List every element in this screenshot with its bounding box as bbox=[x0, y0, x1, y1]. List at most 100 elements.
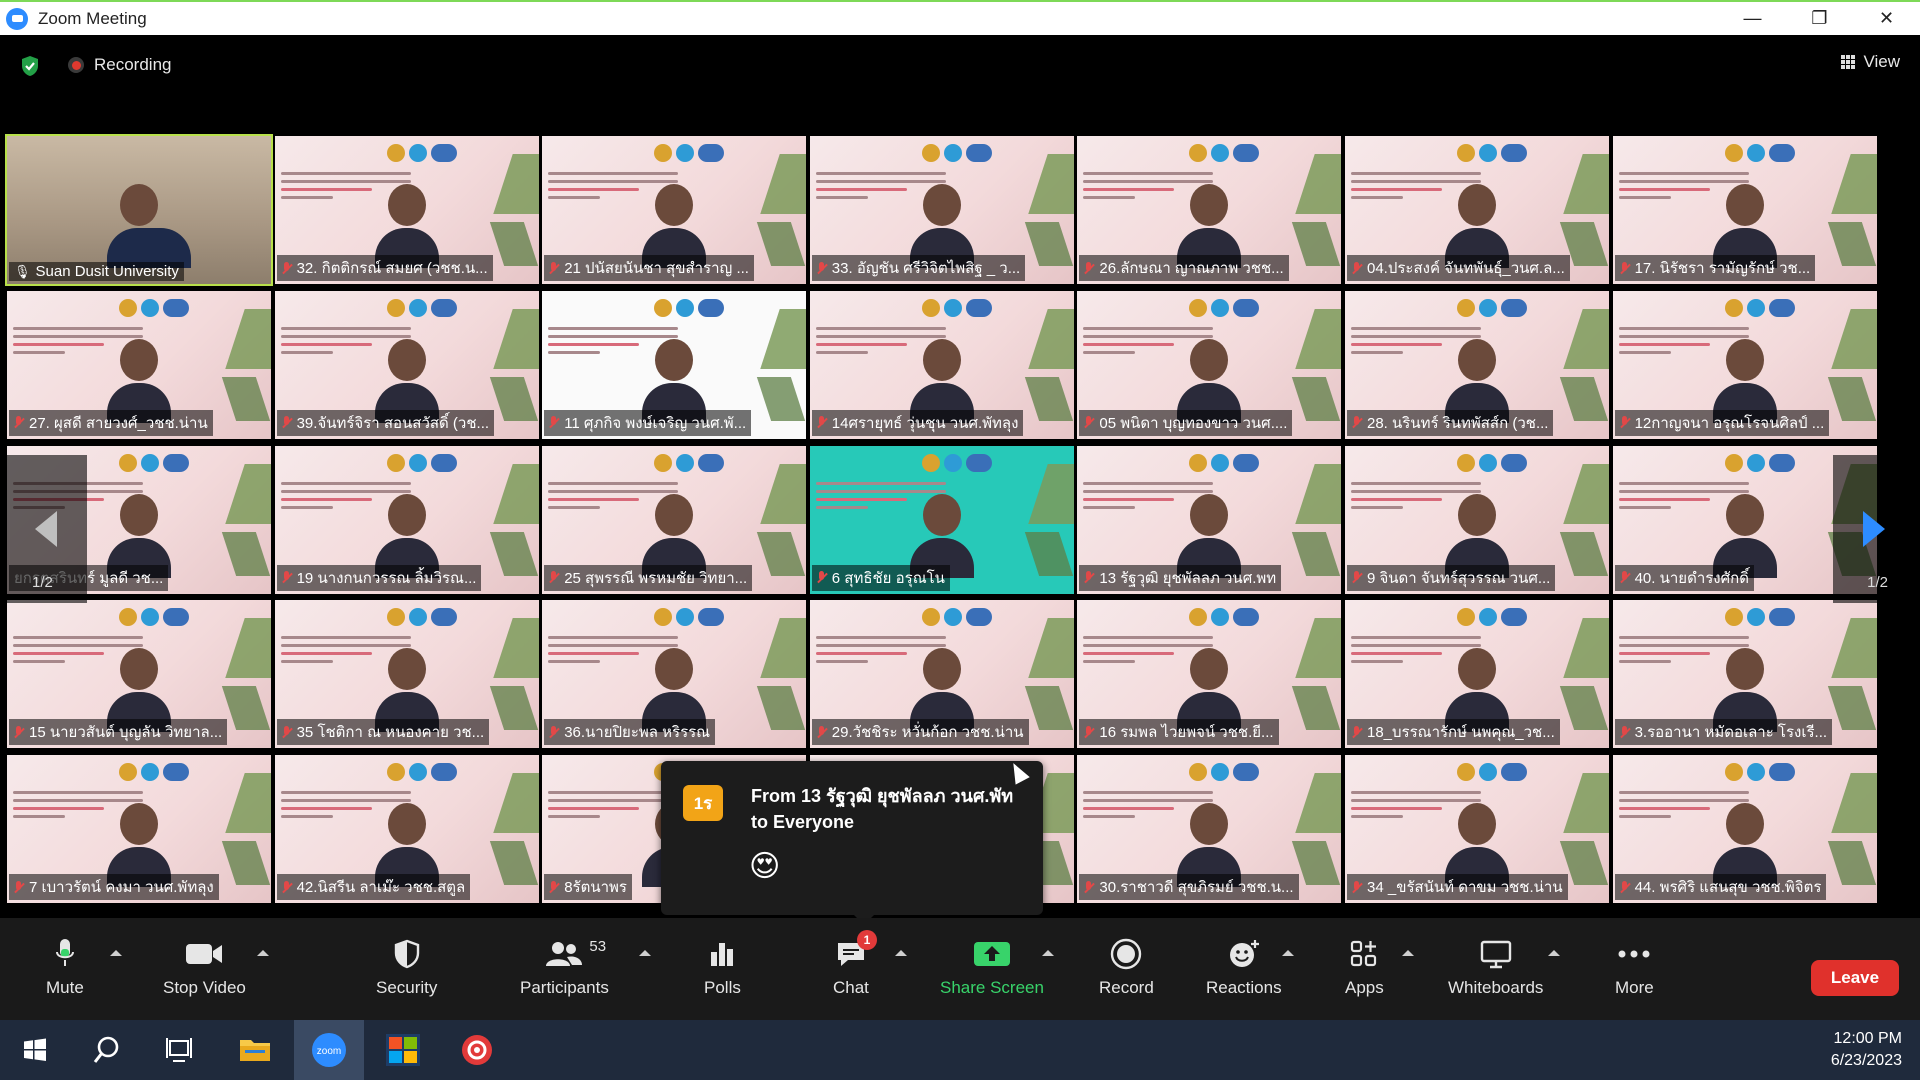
polls-button[interactable]: Polls bbox=[704, 936, 741, 998]
participant-video-tile[interactable]: 3.รออานา หมัดอเลาะ โรงเรี... bbox=[1612, 600, 1877, 749]
participant-video-tile[interactable]: 21 ปนัสยนันชา สุขสำราญ ... bbox=[542, 136, 807, 284]
participant-name-label: 36.นายปิยะพล หริรรณ bbox=[544, 719, 716, 746]
participants-options-caret[interactable] bbox=[639, 950, 651, 956]
participant-video-tile[interactable]: 44. พรศิริ แสนสุข วชช.พิจิตร bbox=[1612, 755, 1877, 904]
reactions-options-caret[interactable] bbox=[1282, 950, 1294, 956]
share-screen-button[interactable]: Share Screen bbox=[940, 936, 1044, 998]
whiteboards-options-caret[interactable] bbox=[1548, 950, 1560, 956]
participant-video-tile[interactable]: 6 สุทธิชัย อรุณโน bbox=[809, 445, 1074, 594]
participant-video-tile[interactable]: 04.ประสงค์ จันทพันธุ์_วนศ.ล... bbox=[1345, 136, 1609, 284]
slide-logos bbox=[119, 453, 189, 472]
participant-video-tile[interactable]: 26.ลักษณา ญาณภาพ วชช... bbox=[1077, 136, 1342, 284]
zoom-logo-icon bbox=[6, 7, 28, 30]
task-view-button[interactable] bbox=[144, 1020, 214, 1080]
participant-video-tile[interactable]: 16 รมพล ไวยพจน์ วชช.ยี... bbox=[1077, 600, 1342, 749]
more-button[interactable]: More bbox=[1615, 936, 1654, 998]
participant-video-tile[interactable]: 12กาญจนา อรุณโรจนศิลป์ ... bbox=[1612, 290, 1877, 439]
zoom-taskbar-button[interactable]: zoom bbox=[294, 1020, 364, 1080]
participant-video-tile[interactable]: 34 _ขรัสนันท์ ดาขม วชช.น่าน bbox=[1345, 755, 1609, 904]
mute-button[interactable]: Mute bbox=[46, 936, 84, 998]
page-indicator-right: 1/2 bbox=[1867, 574, 1888, 591]
participant-name: 36.นายปิยะพล หริรรณ bbox=[564, 724, 711, 742]
participant-video-tile[interactable]: 🎙 Suan Dusit University bbox=[5, 134, 273, 286]
screen-recorder-taskbar-button[interactable] bbox=[442, 1020, 512, 1080]
participant-video-tile[interactable]: 13 รัฐวุฒิ ยุชพัลลภ วนศ.พท bbox=[1077, 445, 1342, 594]
participant-name-label: 6 สุทธิชัย อรุณโน bbox=[811, 564, 950, 591]
participant-video-tile[interactable]: 25 สุพรรณี พรหมชัย วิทยา... bbox=[542, 445, 807, 594]
participant-name-label: 18_บรรณารักษ์ นพคุณ_วช... bbox=[1347, 719, 1560, 746]
share-options-caret[interactable] bbox=[1042, 950, 1054, 956]
participant-video-tile[interactable]: 05 พนิดา บุญทองขาว วนศ.... bbox=[1077, 290, 1342, 439]
participant-name: 14ศรายุทธ์ วุ่นชุน วนศ.พัทลุง bbox=[831, 414, 1019, 432]
participant-video-tile[interactable]: 17. นิรัชรา รามัญรักษ์ วช... bbox=[1612, 136, 1877, 284]
apps-options-caret[interactable] bbox=[1402, 950, 1414, 956]
restore-button[interactable]: ❐ bbox=[1786, 2, 1853, 35]
next-page-button[interactable]: 1/2 bbox=[1833, 455, 1913, 603]
clock-date: 6/23/2023 bbox=[1830, 1052, 1902, 1069]
security-button[interactable]: Security bbox=[376, 936, 437, 998]
search-taskbar-button[interactable] bbox=[72, 1020, 142, 1080]
participant-video-tile[interactable]: 32. กิตติกรณ์ สมยศ (วชช.น... bbox=[274, 136, 539, 284]
participant-name-label: 29.วัชชิระ หวั่นก้อก วชช.น่าน bbox=[811, 719, 1029, 746]
participant-name-label: 05 พนิดา บุญทองขาว วนศ.... bbox=[1079, 409, 1293, 436]
participant-name: 12กาญจนา อรุณโรจนศิลป์ ... bbox=[1634, 414, 1825, 432]
slide-logos bbox=[119, 298, 189, 317]
participant-video-tile[interactable]: 28. นรินทร์ รินทพัสส์ก (วช... bbox=[1345, 290, 1609, 439]
apps-button[interactable]: Apps bbox=[1345, 936, 1384, 998]
participant-name: 15 นายวสันต์ บุญลัน วิทยาล... bbox=[29, 724, 223, 742]
participant-video-tile[interactable]: 15 นายวสันต์ บุญลัน วิทยาล... bbox=[7, 600, 271, 749]
reactions-button[interactable]: Reactions bbox=[1206, 936, 1282, 998]
participant-video bbox=[107, 184, 191, 268]
bar-chart-icon bbox=[711, 943, 734, 966]
participant-video-tile[interactable]: 18_บรรณารักษ์ นพคุณ_วช... bbox=[1345, 600, 1609, 749]
video-options-caret[interactable] bbox=[257, 950, 269, 956]
store-taskbar-button[interactable] bbox=[368, 1020, 438, 1080]
chat-notification-popup[interactable]: 1ร From 13 รัฐวุฒิ ยุชพัลลภ วนศ.พัท to E… bbox=[661, 761, 1043, 925]
participant-video-tile[interactable]: 14ศรายุทธ์ วุ่นชุน วนศ.พัทลุง bbox=[809, 290, 1074, 439]
encryption-shield-icon[interactable] bbox=[20, 55, 40, 77]
participant-video-tile[interactable]: 39.จันทร์จิรา สอนสวัสดิ์ (วช... bbox=[274, 290, 539, 439]
chat-button[interactable]: 1 Chat bbox=[833, 930, 877, 998]
participant-name: 28. นรินทร์ รินทพัสส์ก (วช... bbox=[1367, 414, 1549, 432]
stop-video-button[interactable]: Stop Video bbox=[163, 936, 246, 998]
view-button[interactable]: View bbox=[1841, 52, 1900, 72]
participant-video-tile[interactable]: 11 ศุภกิจ พงษ์เจริญ วนศ.พั... bbox=[542, 290, 807, 439]
participant-video-tile[interactable]: 35 โชติกา ณ หนองคาย วช... bbox=[274, 600, 539, 749]
minimize-button[interactable]: — bbox=[1719, 2, 1786, 35]
start-button[interactable] bbox=[0, 1020, 70, 1080]
participant-video-tile[interactable]: 7 เบาวรัตน์ คงมา วนศ.พัทลุง bbox=[7, 755, 271, 904]
more-label: More bbox=[1615, 978, 1654, 997]
participant-video-tile[interactable]: 29.วัชชิระ หวั่นก้อก วชช.น่าน bbox=[809, 600, 1074, 749]
slide-logos bbox=[921, 298, 992, 317]
participant-video-tile[interactable]: 27. ผุสดี สายวงศ์_วชช.น่าน bbox=[7, 290, 271, 439]
whiteboards-button[interactable]: Whiteboards bbox=[1448, 936, 1543, 998]
participant-video bbox=[1177, 338, 1242, 423]
slide-logos bbox=[386, 298, 457, 317]
participant-name-label: 21 ปนัสยนันชา สุขสำราญ ... bbox=[544, 255, 754, 281]
close-button[interactable]: ✕ bbox=[1853, 2, 1920, 35]
recording-indicator[interactable]: Recording bbox=[68, 55, 172, 75]
participant-video-tile[interactable]: 42.นิสรีน ลาเม๊ะ วชช.สตูล bbox=[274, 755, 539, 904]
slide-logos bbox=[654, 144, 725, 162]
participant-video bbox=[374, 648, 439, 733]
participant-video-tile[interactable]: 19 นางกนกวรรณ ลิ้มวิรณ... bbox=[274, 445, 539, 594]
file-explorer-taskbar-button[interactable] bbox=[220, 1020, 290, 1080]
participant-video-tile[interactable]: 33. อัญชัน ศรีวิจิตไพสิฐ _ ว... bbox=[809, 136, 1074, 284]
participant-name: 16 รมพล ไวยพจน์ วชช.ยี... bbox=[1099, 724, 1274, 742]
chat-label: Chat bbox=[833, 978, 869, 997]
audio-options-caret[interactable] bbox=[110, 950, 122, 956]
muted-mic-icon bbox=[549, 261, 559, 275]
taskbar-clock[interactable]: 12:00 PM 6/23/2023 bbox=[1831, 1028, 1902, 1072]
meeting-top-bar: Recording View bbox=[0, 35, 1920, 97]
previous-page-button[interactable]: 1/2 bbox=[7, 455, 87, 603]
participant-video-tile[interactable]: 36.นายปิยะพล หริรรณ bbox=[542, 600, 807, 749]
record-button[interactable]: Record bbox=[1099, 936, 1154, 998]
participants-button[interactable]: 53 Participants bbox=[520, 936, 609, 998]
participant-video-tile[interactable]: 30.ราชาวดี สุขภิรมย์ วชช.น... bbox=[1077, 755, 1342, 904]
participant-name: 8รัตนาพร bbox=[564, 879, 627, 897]
participant-name-label: 27. ผุสดี สายวงศ์_วชช.น่าน bbox=[9, 409, 213, 436]
participant-name: 19 นางกนกวรรณ ลิ้มวิรณ... bbox=[296, 569, 477, 587]
leave-button[interactable]: Leave bbox=[1811, 960, 1899, 996]
participant-video-tile[interactable]: 9 จินดา จันทร์สุวรรณ วนศ... bbox=[1345, 445, 1609, 594]
chat-options-caret[interactable] bbox=[895, 950, 907, 956]
